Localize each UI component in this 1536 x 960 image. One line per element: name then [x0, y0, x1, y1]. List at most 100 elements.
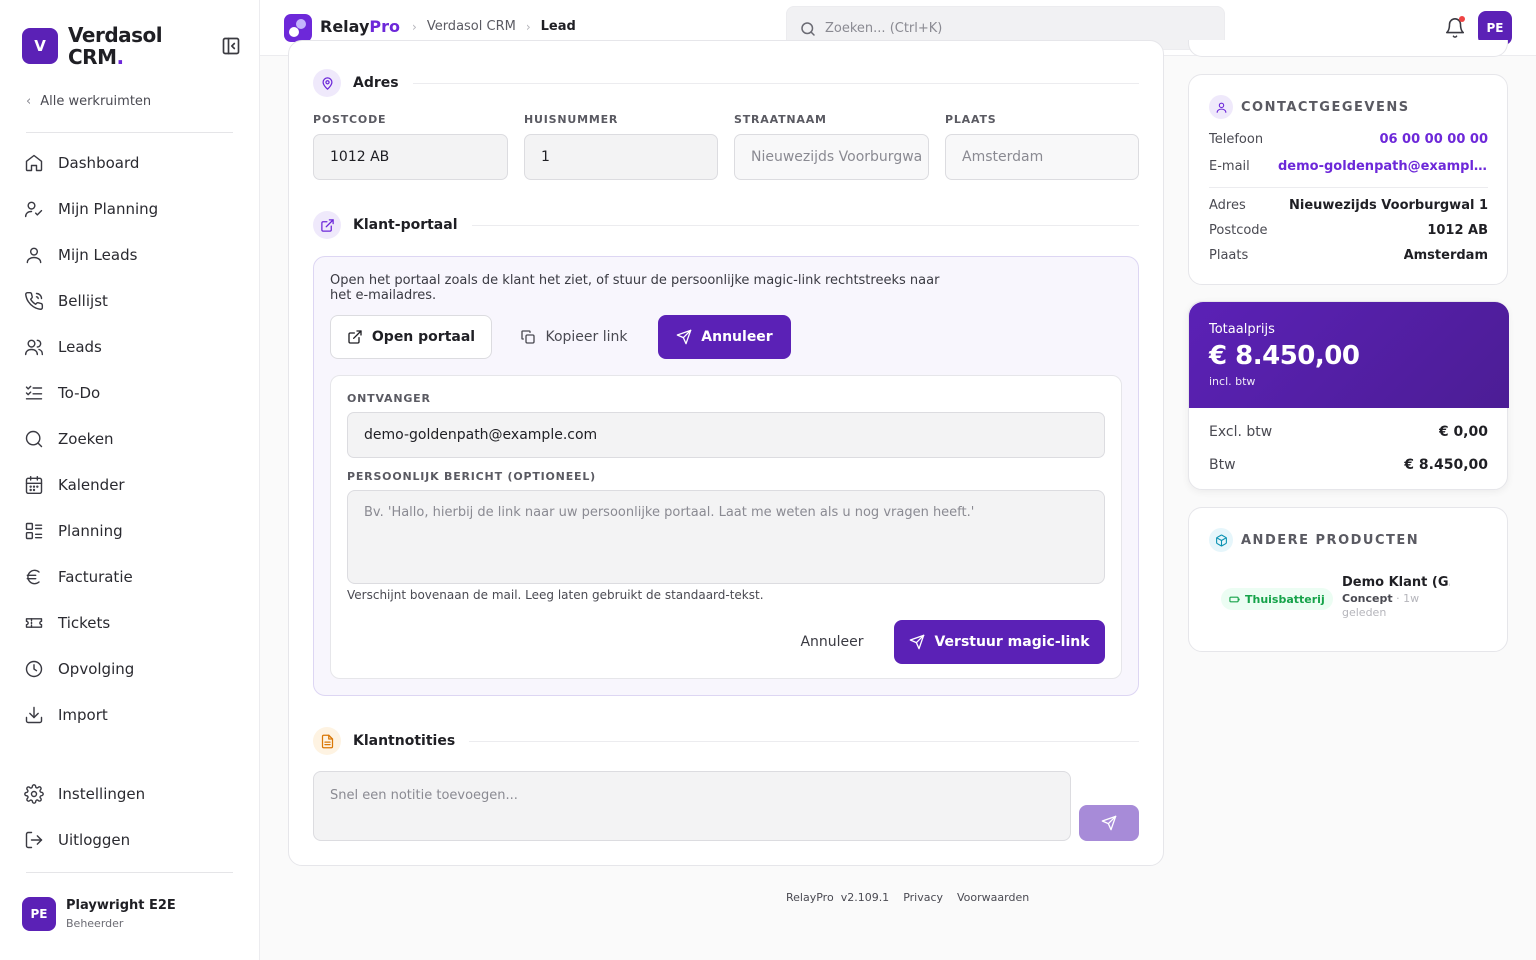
bottom-nav: Instellingen Uitloggen: [24, 771, 234, 863]
footer-version: RelayPro v2.109.1: [786, 891, 889, 904]
housenumber-label: HUISNUMMER: [524, 113, 619, 126]
nav-item-instellingen[interactable]: Instellingen: [24, 771, 234, 817]
other-products-card: ANDERE PRODUCTEN Thuisbatterij Demo Klan…: [1188, 507, 1508, 652]
email-row: E-mail demo-goldenpath@example.com: [1209, 159, 1488, 174]
email-label: E-mail: [1209, 159, 1250, 174]
city-label: PLAATS: [945, 113, 997, 126]
main-nav: Dashboard Mijn Planning Mijn Leads Belli…: [24, 140, 234, 738]
phone-row: Telefoon 06 00 00 00 00: [1209, 132, 1488, 147]
phone-link[interactable]: 06 00 00 00 00: [1379, 132, 1488, 147]
workspace-name-line1: Verdasol: [68, 23, 163, 47]
nav-item-bellijst[interactable]: Bellijst: [24, 278, 234, 324]
nav-label: Planning: [58, 522, 123, 540]
gear-icon: [24, 784, 44, 804]
nav-item-uitloggen[interactable]: Uitloggen: [24, 817, 234, 863]
total-price-banner: Totaalprijs € 8.450,00 incl. btw: [1189, 302, 1509, 408]
nav-label: Kalender: [58, 476, 125, 494]
breadcrumb-current: Lead: [540, 19, 576, 34]
search-icon: [25, 430, 43, 448]
user-icon: [26, 247, 42, 264]
document-icon: [313, 727, 341, 755]
notification-dot: [1459, 16, 1465, 22]
excl-btw-label: Excl. btw: [1209, 424, 1273, 440]
cancel-button[interactable]: Annuleer: [777, 620, 887, 664]
address-label: Adres: [1209, 198, 1246, 213]
workspace-name-line2: CRM: [68, 45, 117, 69]
total-sub: incl. btw: [1209, 375, 1256, 388]
workspace-name: Verdasol CRM.: [68, 24, 188, 68]
nav-item-dashboard[interactable]: Dashboard: [24, 140, 234, 186]
nav-item-facturatie[interactable]: Facturatie: [24, 554, 234, 600]
nav-label: Mijn Planning: [58, 200, 159, 218]
nav-item-tickets[interactable]: Tickets: [24, 600, 234, 646]
recipient-email-field[interactable]: demo-goldenpath@example.com: [347, 412, 1105, 458]
ticket-icon: [25, 618, 43, 628]
button-label: Annuleer: [800, 634, 864, 650]
nav-label: Instellingen: [58, 785, 146, 803]
calendar-icon: [25, 475, 43, 495]
personal-message-textarea[interactable]: Bv. 'Hallo, hierbij de link naar uw pers…: [347, 490, 1105, 584]
divider: [26, 132, 233, 133]
section-title: Adres: [353, 75, 399, 91]
city-field[interactable]: Amsterdam: [945, 134, 1139, 180]
portal-description: Open het portaal zoals de klant het ziet…: [330, 273, 940, 303]
nav-item-planning[interactable]: Planning: [24, 508, 234, 554]
breadcrumb-workspace[interactable]: Verdasol CRM: [427, 19, 516, 34]
nav-item-opvolging[interactable]: Opvolging: [24, 646, 234, 692]
quick-note-input[interactable]: Snel een notitie toevoegen...: [313, 771, 1071, 841]
all-workspaces-link[interactable]: ‹ Alle werkruimten: [26, 94, 151, 109]
send-magic-link-button[interactable]: Verstuur magic-link: [894, 620, 1105, 664]
portal-panel: Open het portaal zoals de klant het ziet…: [313, 256, 1139, 696]
product-status: Concept: [1342, 592, 1393, 605]
send-note-button[interactable]: [1079, 805, 1139, 841]
workspace-logo: V: [22, 28, 58, 64]
street-label: STRAATNAAM: [734, 113, 827, 126]
nav-item-kalender[interactable]: Kalender: [24, 462, 234, 508]
send-icon: [910, 634, 925, 650]
card-title: ANDERE PRODUCTEN: [1241, 532, 1420, 548]
products-header: ANDERE PRODUCTEN: [1209, 528, 1419, 552]
nav-item-zoeken[interactable]: Zoeken: [24, 416, 234, 462]
excl-btw-value: € 0,00: [1438, 424, 1488, 440]
open-portal-button[interactable]: Open portaal: [330, 315, 492, 359]
workspace-brand[interactable]: V Verdasol CRM.: [22, 24, 188, 68]
nav-item-import[interactable]: Import: [24, 692, 234, 738]
user-name: Playwright E2E: [66, 898, 176, 913]
chevron-left-icon: ‹: [26, 94, 32, 109]
search-icon: [801, 22, 815, 36]
magic-link-form: ONTVANGER demo-goldenpath@example.com PE…: [330, 375, 1122, 679]
phone-icon: [25, 291, 44, 310]
address-row: Adres Nieuwezijds Voorburgwal 1: [1209, 198, 1488, 213]
email-link[interactable]: demo-goldenpath@example.com: [1278, 159, 1488, 174]
total-price-card: Totaalprijs € 8.450,00 incl. btw Excl. b…: [1188, 301, 1509, 490]
chevron-right-icon: ›: [412, 19, 417, 34]
collapse-sidebar-icon[interactable]: [221, 36, 241, 56]
product-meta: Concept · 1w geleden: [1342, 592, 1452, 620]
previous-card-stub: [1188, 40, 1508, 57]
postcode-field[interactable]: 1012 AB: [313, 134, 508, 180]
notifications-bell-icon[interactable]: [1444, 16, 1466, 39]
contact-header: CONTACTGEGEVENS: [1209, 95, 1410, 119]
user-profile[interactable]: PE Playwright E2E Beheerder: [22, 897, 176, 931]
terms-link[interactable]: Voorwaarden: [957, 891, 1029, 904]
chevron-right-icon: ›: [525, 19, 531, 34]
nav-item-to-do[interactable]: To-Do: [24, 370, 234, 416]
nav-item-leads[interactable]: Leads: [24, 324, 234, 370]
nav-item-mijn-leads[interactable]: Mijn Leads: [24, 232, 234, 278]
copy-link-button[interactable]: Kopieer link: [506, 315, 642, 359]
street-field[interactable]: Nieuwezijds Voorburgwa: [734, 134, 929, 180]
toggle-send-cancel-button[interactable]: Annuleer: [658, 315, 791, 359]
privacy-link[interactable]: Privacy: [903, 891, 943, 904]
housenumber-field[interactable]: 1: [524, 134, 718, 180]
all-workspaces-label: Alle werkruimten: [40, 94, 152, 109]
card-title: CONTACTGEGEVENS: [1241, 99, 1410, 115]
external-link-icon: [348, 330, 362, 344]
relaypro-logo-icon[interactable]: [284, 14, 312, 42]
nav-item-mijn-planning[interactable]: Mijn Planning: [24, 186, 234, 232]
nav-label: Uitloggen: [58, 831, 131, 849]
section-title: Klant-portaal: [353, 217, 458, 233]
badge-label: Thuisbatterij: [1245, 592, 1325, 606]
sidebar: V Verdasol CRM. ‹ Alle werkruimten Dashbo…: [0, 0, 260, 960]
contact-card: CONTACTGEGEVENS Telefoon 06 00 00 00 00 …: [1188, 74, 1508, 285]
message-hint: Verschijnt bovenaan de mail. Leeg laten …: [347, 588, 764, 602]
